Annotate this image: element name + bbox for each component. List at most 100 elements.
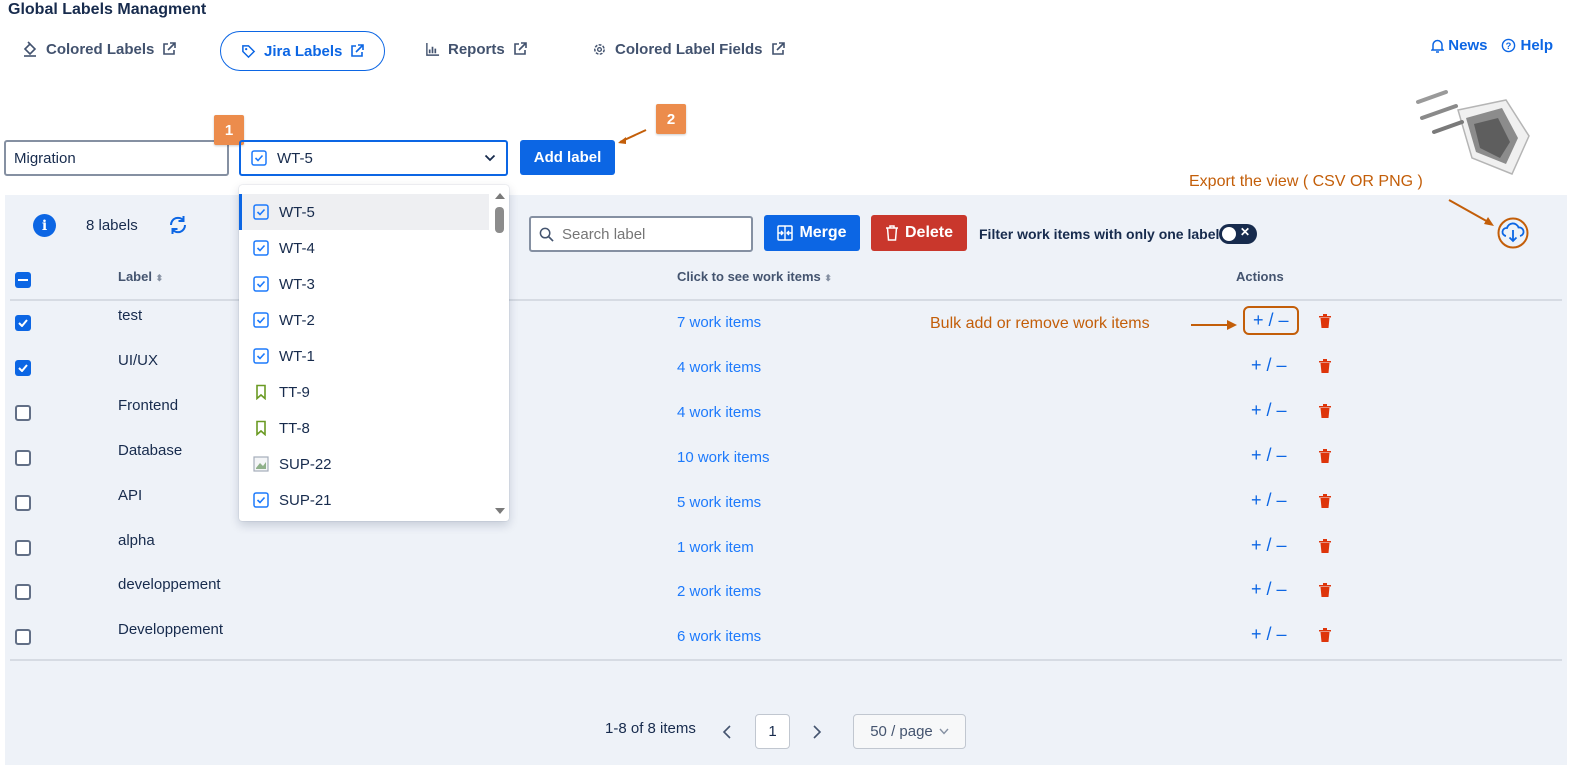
search-label-field[interactable] (529, 216, 753, 252)
external-link-icon (513, 42, 527, 55)
step-2-badge: 2 (656, 104, 686, 134)
trash-icon (885, 225, 898, 241)
row-checkbox[interactable] (15, 495, 31, 511)
annotation-arrow-bulk (1191, 320, 1237, 330)
bulk-add-remove-button[interactable]: + / – (1251, 445, 1287, 466)
dropdown-option[interactable]: TT-8 (239, 410, 489, 446)
tab-jira-labels[interactable]: Jira Labels (220, 31, 386, 71)
bulk-add-remove-button[interactable]: + / – (1251, 579, 1287, 600)
info-icon[interactable]: i (33, 214, 56, 237)
tab-label: Reports (448, 40, 505, 58)
row-work-items-link[interactable]: 2 work items (677, 583, 761, 600)
row-work-items-link[interactable]: 4 work items (677, 404, 761, 421)
dropdown-option[interactable]: WT-4 (239, 230, 489, 266)
row-label: Database (118, 442, 183, 459)
merge-button[interactable]: Merge (764, 215, 860, 251)
page-size-select[interactable]: 50 / page (853, 714, 966, 749)
work-item-select[interactable]: WT-5 (239, 140, 508, 176)
row-label: test (118, 307, 143, 324)
dropdown-option[interactable]: WT-1 (239, 338, 489, 374)
dropdown-option[interactable]: WT-5 (239, 194, 489, 230)
broken-image-icon (253, 456, 269, 472)
row-label: UI/UX (118, 352, 159, 369)
row-label: Frontend (118, 397, 179, 414)
label-name-input[interactable] (4, 140, 229, 176)
row-work-items-link[interactable]: 7 work items (677, 314, 761, 331)
row-work-items-link[interactable]: 6 work items (677, 628, 761, 645)
next-page-icon[interactable] (812, 725, 822, 739)
bulk-add-remove-button[interactable]: + / – (1243, 306, 1299, 335)
refresh-icon[interactable] (167, 214, 189, 236)
help-link[interactable]: ? Help (1501, 37, 1553, 54)
bulk-add-remove-button[interactable]: + / – (1251, 400, 1287, 421)
external-link-icon (771, 42, 785, 55)
task-icon (253, 312, 269, 328)
dropdown-option[interactable]: SUP-22 (239, 446, 489, 482)
page-number-button[interactable]: 1 (755, 714, 790, 749)
trash-icon[interactable] (1319, 404, 1331, 418)
trash-icon[interactable] (1319, 449, 1331, 463)
dropdown-option[interactable]: TT-9 (239, 374, 489, 410)
trash-icon[interactable] (1319, 359, 1331, 373)
external-link-icon (351, 44, 365, 57)
pagination-info: 1-8 of 8 items (605, 720, 696, 737)
task-icon (253, 276, 269, 292)
task-icon (253, 492, 269, 508)
row-checkbox[interactable] (15, 540, 31, 556)
search-icon (539, 227, 554, 242)
row-checkbox[interactable] (15, 450, 31, 466)
tab-label: Colored Label Fields (615, 40, 763, 58)
merge-label: Merge (799, 224, 847, 241)
task-checkbox-icon (251, 150, 267, 166)
row-checkbox[interactable] (15, 405, 31, 421)
row-checkbox[interactable] (15, 315, 31, 331)
speed-emblem-icon (1416, 90, 1530, 175)
dropdown-option[interactable]: WT-3 (239, 266, 489, 302)
column-header-actions: Actions (1236, 269, 1284, 284)
add-label-button[interactable]: Add label (520, 140, 615, 175)
scroll-up-arrow-icon[interactable] (494, 191, 506, 201)
dropdown-option[interactable]: SUP-21 (239, 482, 489, 518)
row-work-items-link[interactable]: 5 work items (677, 494, 761, 511)
trash-icon[interactable] (1319, 583, 1331, 597)
news-label: News (1448, 37, 1488, 54)
trash-icon[interactable] (1319, 494, 1331, 508)
tab-reports[interactable]: Reports (425, 29, 527, 69)
dropdown-scroll-thumb[interactable] (495, 207, 504, 233)
row-work-items-link[interactable]: 4 work items (677, 359, 761, 376)
news-link[interactable]: News (1431, 37, 1487, 54)
column-header-work-items[interactable]: Click to see work items ⬍ (677, 269, 832, 284)
prev-page-icon[interactable] (722, 725, 732, 739)
header-links: News ? Help (1431, 37, 1553, 54)
bell-icon (1431, 39, 1445, 53)
row-checkbox[interactable] (15, 584, 31, 600)
dropdown-option[interactable]: WT-2 (239, 302, 489, 338)
tab-colored-labels[interactable]: Colored Labels (22, 29, 177, 69)
column-header-label[interactable]: Label ⬍ (118, 269, 163, 284)
cloud-download-icon[interactable] (1497, 217, 1529, 249)
tab-colored-label-fields[interactable]: Colored Label Fields (592, 29, 785, 69)
bulk-add-remove-button[interactable]: + / – (1251, 624, 1287, 645)
row-work-items-link[interactable]: 10 work items (677, 449, 770, 466)
trash-icon[interactable] (1319, 628, 1331, 642)
select-all-checkbox[interactable] (15, 272, 31, 288)
bulk-add-remove-button[interactable]: + / – (1251, 355, 1287, 376)
scroll-down-arrow-icon[interactable] (494, 506, 506, 516)
row-checkbox[interactable] (15, 360, 31, 376)
search-input[interactable] (562, 225, 732, 243)
help-label: Help (1520, 37, 1553, 54)
task-icon (253, 348, 269, 364)
gear-icon (594, 43, 605, 55)
bulk-add-remove-button[interactable]: + / – (1251, 535, 1287, 556)
row-work-items-link[interactable]: 1 work item (677, 539, 754, 556)
bulk-add-remove-button[interactable]: + / – (1251, 490, 1287, 511)
delete-label: Delete (904, 224, 954, 241)
delete-button[interactable]: Delete (871, 215, 967, 251)
row-label: Developpement (118, 621, 224, 638)
trash-icon[interactable] (1319, 314, 1331, 328)
filter-one-label-toggle[interactable]: ✕ (1219, 224, 1257, 244)
row-checkbox[interactable] (15, 629, 31, 645)
dropdown-scrollbar[interactable] (494, 191, 506, 516)
trash-icon[interactable] (1319, 539, 1331, 553)
work-item-dropdown: WT-5 WT-4 WT-3 WT-2 WT-1 TT-9 TT-8 SUP-2… (239, 185, 509, 521)
